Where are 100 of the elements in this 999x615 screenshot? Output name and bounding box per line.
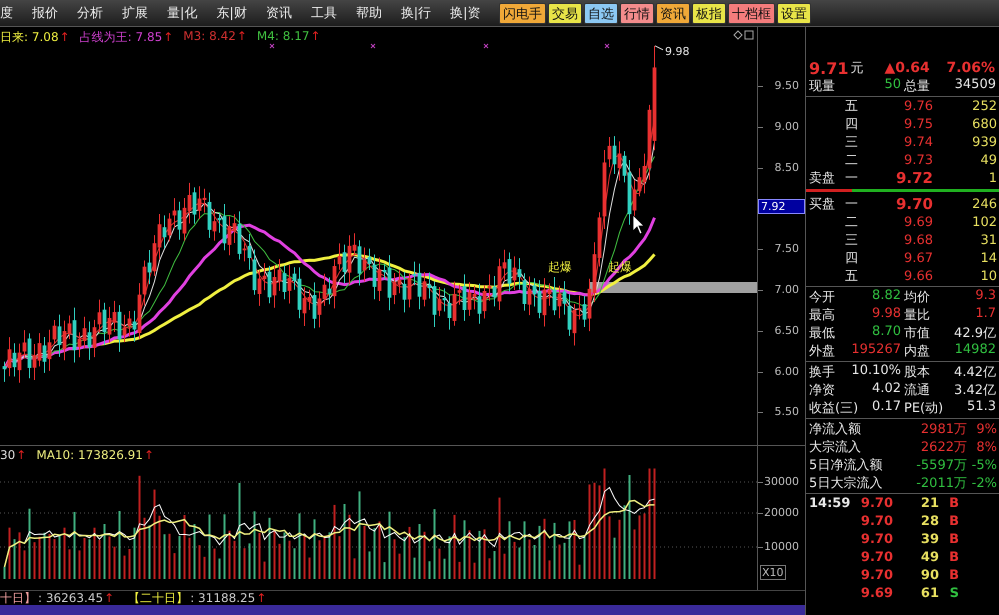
bid-size: 10 bbox=[979, 268, 998, 284]
price-axis-label: 8.50 bbox=[774, 160, 799, 174]
bid-price: 9.70 bbox=[894, 195, 933, 213]
price-axis-label: 7.00 bbox=[774, 283, 799, 296]
stat-label: 内盘 bbox=[904, 343, 930, 360]
tick-size: 49 bbox=[920, 550, 939, 564]
scale-label: X10 bbox=[760, 565, 786, 580]
order-level: 三 bbox=[845, 134, 859, 151]
order-level: 三 bbox=[845, 232, 859, 249]
order-level: 四 bbox=[845, 116, 859, 133]
price-axis-label: 9.50 bbox=[774, 79, 799, 92]
order-level: 四 bbox=[845, 250, 859, 267]
stat-label: 最高 bbox=[809, 307, 835, 324]
indicator-label: 十日】 bbox=[0, 590, 36, 606]
flow-percent: 8% bbox=[975, 440, 998, 454]
change-percent: 7.06% bbox=[946, 60, 996, 76]
toolbar-button[interactable]: 交易 bbox=[548, 2, 582, 24]
stat-value: 4.42亿 bbox=[954, 364, 996, 381]
stat-label: 总量 bbox=[904, 78, 930, 95]
stat-label: 外盘 bbox=[809, 343, 835, 360]
volume-axis-label: 30000 bbox=[764, 475, 799, 488]
stat-value: 0.17 bbox=[872, 399, 901, 416]
stat-label: 流通 bbox=[904, 382, 930, 399]
menu-item[interactable]: 资讯 bbox=[266, 4, 292, 22]
menu-item[interactable]: 扩展 bbox=[122, 4, 148, 22]
menu-item[interactable]: 分析 bbox=[77, 4, 103, 22]
menu-item[interactable]: 度 bbox=[0, 4, 13, 22]
stat-value: 10.10% bbox=[851, 363, 901, 380]
stat-value: 50 bbox=[884, 77, 901, 94]
menu-item[interactable]: 帮助 bbox=[356, 4, 382, 22]
toolbar-button[interactable]: 闪电手 bbox=[499, 2, 546, 24]
stat-label: 收益(三) bbox=[809, 400, 858, 417]
bid-price: 9.69 bbox=[903, 214, 933, 230]
price-axis-label: 6.00 bbox=[774, 364, 799, 378]
ask-price: 9.73 bbox=[903, 152, 933, 168]
menu-item[interactable]: 换|资 bbox=[450, 4, 481, 22]
stat-label: 均价 bbox=[904, 289, 930, 306]
stat-label: 量比 bbox=[904, 307, 930, 324]
ask-size: 252 bbox=[971, 98, 998, 114]
menu-item[interactable]: 工具 bbox=[310, 4, 337, 22]
bid-size: 31 bbox=[979, 232, 998, 248]
tick-side: S bbox=[948, 586, 959, 600]
menu-item[interactable]: 报价 bbox=[32, 4, 58, 22]
volume-axis-label: 10000 bbox=[764, 540, 799, 553]
high-price-label: 9.98 bbox=[665, 44, 690, 58]
toolbar-button[interactable]: 行情 bbox=[620, 2, 654, 24]
price-change: ▲0.64 bbox=[884, 60, 931, 76]
flow-label: 大宗流入 bbox=[809, 439, 862, 456]
ask-side-label: 卖盘 bbox=[809, 171, 835, 186]
tick-price: 9.69 bbox=[860, 586, 893, 600]
bid-price: 9.66 bbox=[903, 268, 933, 284]
stat-label: 市值 bbox=[904, 325, 930, 342]
toolbar-button[interactable]: 板指 bbox=[692, 2, 726, 24]
stat-value: 4.02 bbox=[872, 381, 901, 398]
ask-size: 49 bbox=[979, 152, 998, 168]
stat-value: 34509 bbox=[954, 77, 996, 94]
toolbar-button[interactable]: 十档框 bbox=[728, 2, 775, 24]
tick-price: 9.70 bbox=[860, 568, 893, 582]
stat-value: 42.9亿 bbox=[954, 325, 996, 342]
order-level: 五 bbox=[845, 98, 859, 115]
tick-price: 9.70 bbox=[860, 514, 893, 528]
tick-size: 39 bbox=[920, 532, 939, 546]
bid-side-label: 买盘 bbox=[809, 197, 835, 212]
stat-value: 3.42亿 bbox=[954, 382, 996, 399]
tick-size: 90 bbox=[920, 568, 939, 582]
order-level: 五 bbox=[845, 268, 859, 285]
flow-label: 5日净流入额 bbox=[809, 457, 884, 474]
ask-price: 9.74 bbox=[903, 134, 933, 150]
menu-item[interactable]: 东|财 bbox=[216, 4, 247, 22]
ask-price: 9.76 bbox=[903, 98, 933, 114]
price-axis-label: 5.50 bbox=[774, 405, 799, 418]
bid-size: 102 bbox=[971, 214, 998, 230]
indicator-value: : 36263.45↑ bbox=[38, 591, 114, 605]
stat-label: PE(动) bbox=[904, 400, 944, 417]
price-axis-label: 9.00 bbox=[774, 120, 799, 133]
bid-size: 14 bbox=[979, 250, 998, 266]
order-level: 一 bbox=[845, 196, 859, 213]
flow-percent: -2% bbox=[970, 476, 998, 490]
stat-value: 1.7 bbox=[975, 306, 996, 323]
toolbar-button[interactable]: 自选 bbox=[584, 2, 618, 24]
menu-item[interactable]: 换|行 bbox=[400, 4, 432, 22]
menu-item[interactable]: 量|化 bbox=[167, 4, 198, 22]
toolbar-button[interactable]: 资讯 bbox=[656, 2, 690, 24]
ask-size: 1 bbox=[988, 170, 998, 186]
flow-label: 5日大宗流入 bbox=[809, 475, 884, 492]
current-price-label: 7.92 bbox=[758, 199, 805, 214]
price-axis-label: 7.50 bbox=[774, 242, 799, 256]
ask-price: 9.72 bbox=[894, 169, 933, 187]
stat-label: 现量 bbox=[809, 78, 835, 95]
tick-price: 9.70 bbox=[860, 550, 893, 564]
order-level: 二 bbox=[845, 214, 859, 231]
price-legend-value: 占线为王: 7.85↑ bbox=[80, 29, 174, 46]
stat-label: 净资 bbox=[809, 382, 835, 399]
tick-side: B bbox=[948, 496, 959, 510]
stat-value: 195267 bbox=[851, 342, 901, 359]
currency-unit: 元 bbox=[850, 60, 864, 77]
toolbar-button[interactable]: 设置 bbox=[777, 2, 811, 24]
flow-amount: 2622万 bbox=[920, 439, 967, 456]
tick-size: 61 bbox=[920, 586, 939, 600]
stat-value: 8.82 bbox=[872, 288, 901, 305]
